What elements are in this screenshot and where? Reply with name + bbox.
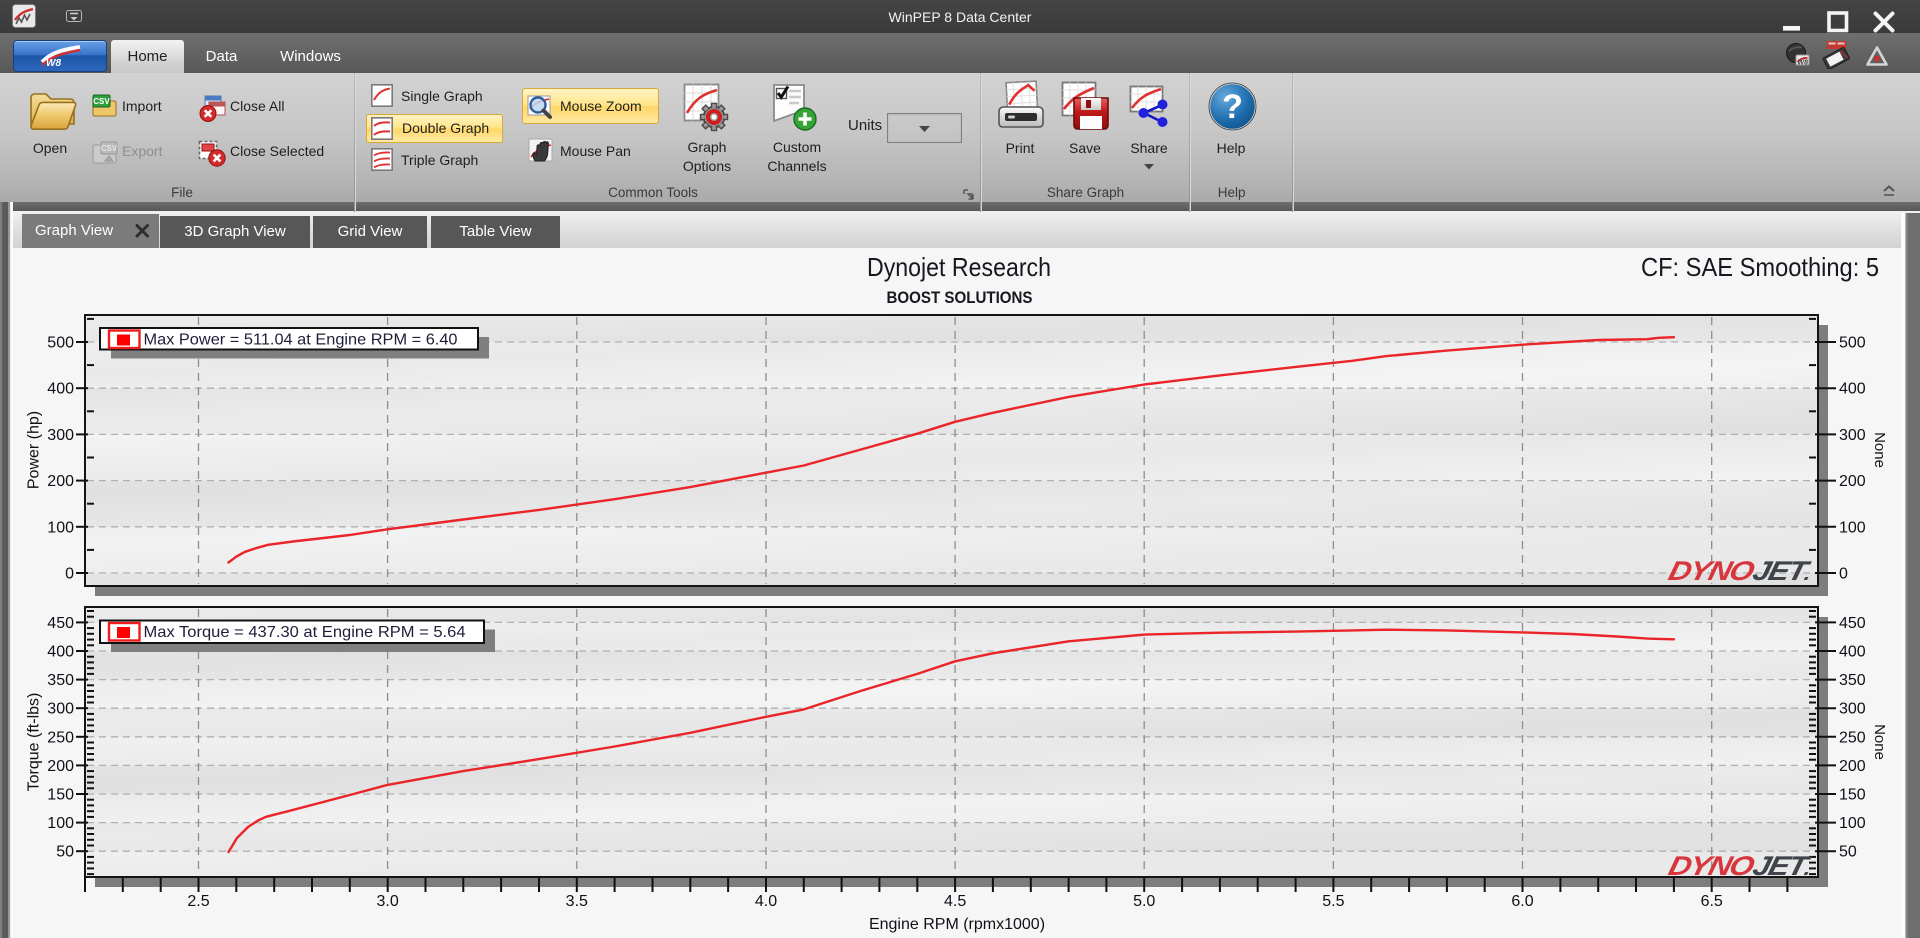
svg-text:200: 200 [1839,473,1866,490]
svg-text:CF: SAE Smoothing: 5: CF: SAE Smoothing: 5 [1641,252,1879,282]
svg-text:50: 50 [56,844,74,861]
svg-text:?: ? [1222,88,1243,126]
svg-text:450: 450 [1839,615,1866,632]
svg-text:4.0: 4.0 [755,893,777,910]
svg-text:Dynojet Research: Dynojet Research [867,252,1051,282]
svg-text:500: 500 [1839,335,1866,352]
svg-text:300: 300 [47,427,74,444]
svg-text:DYNO: DYNO [1665,556,1757,586]
svg-text:None: None [1871,432,1888,468]
svg-text:Engine RPM (rpmx1000): Engine RPM (rpmx1000) [869,916,1045,933]
svg-text:0: 0 [1839,566,1848,583]
svg-text:3.5: 3.5 [566,893,588,910]
svg-text:100: 100 [47,519,74,536]
svg-text:250: 250 [47,729,74,746]
svg-text:150: 150 [1839,787,1866,804]
svg-text:W8: W8 [46,58,61,69]
svg-text:Power (hp): Power (hp) [26,411,43,489]
svg-text:Torque (ft-lbs): Torque (ft-lbs) [26,693,43,792]
svg-text:300: 300 [1839,427,1866,444]
svg-text:6.0: 6.0 [1511,893,1533,910]
svg-text:100: 100 [1839,519,1866,536]
svg-text:400: 400 [47,381,74,398]
svg-text:JET.: JET. [1750,851,1815,881]
svg-text:400: 400 [1839,644,1866,661]
svg-text:50: 50 [1839,844,1857,861]
svg-text:6.5: 6.5 [1701,893,1723,910]
svg-text:400: 400 [1839,381,1866,398]
svg-text:450: 450 [47,615,74,632]
svg-text:250: 250 [1839,729,1866,746]
svg-text:Max Power = 511.04 at Engine R: Max Power = 511.04 at Engine RPM = 6.40 [144,332,458,349]
svg-text:DYNO: DYNO [1665,851,1757,881]
svg-text:100: 100 [47,815,74,832]
svg-text:None: None [1871,724,1888,760]
svg-text:2.5: 2.5 [187,893,209,910]
svg-text:200: 200 [1839,758,1866,775]
svg-text:4.5: 4.5 [944,893,966,910]
svg-text:350: 350 [1839,672,1866,689]
svg-text:W8: W8 [1798,60,1809,67]
svg-text:300: 300 [47,701,74,718]
svg-text:5.5: 5.5 [1322,893,1344,910]
svg-text:BOOST SOLUTIONS: BOOST SOLUTIONS [887,288,1033,307]
svg-text:CSV: CSV [93,97,110,106]
svg-text:100: 100 [1839,815,1866,832]
svg-text:3.0: 3.0 [376,893,398,910]
svg-text:150: 150 [47,787,74,804]
svg-text:200: 200 [47,473,74,490]
svg-text:350: 350 [47,672,74,689]
svg-text:300: 300 [1839,701,1866,718]
svg-text:500: 500 [47,335,74,352]
svg-text:400: 400 [47,644,74,661]
svg-text:CSV: CSV [101,144,118,153]
svg-text:200: 200 [47,758,74,775]
svg-text:JET.: JET. [1750,556,1815,586]
svg-text:0: 0 [65,566,74,583]
svg-text:5.0: 5.0 [1133,893,1155,910]
svg-text:Max Torque = 437.30 at Engine: Max Torque = 437.30 at Engine RPM = 5.64 [144,624,466,641]
